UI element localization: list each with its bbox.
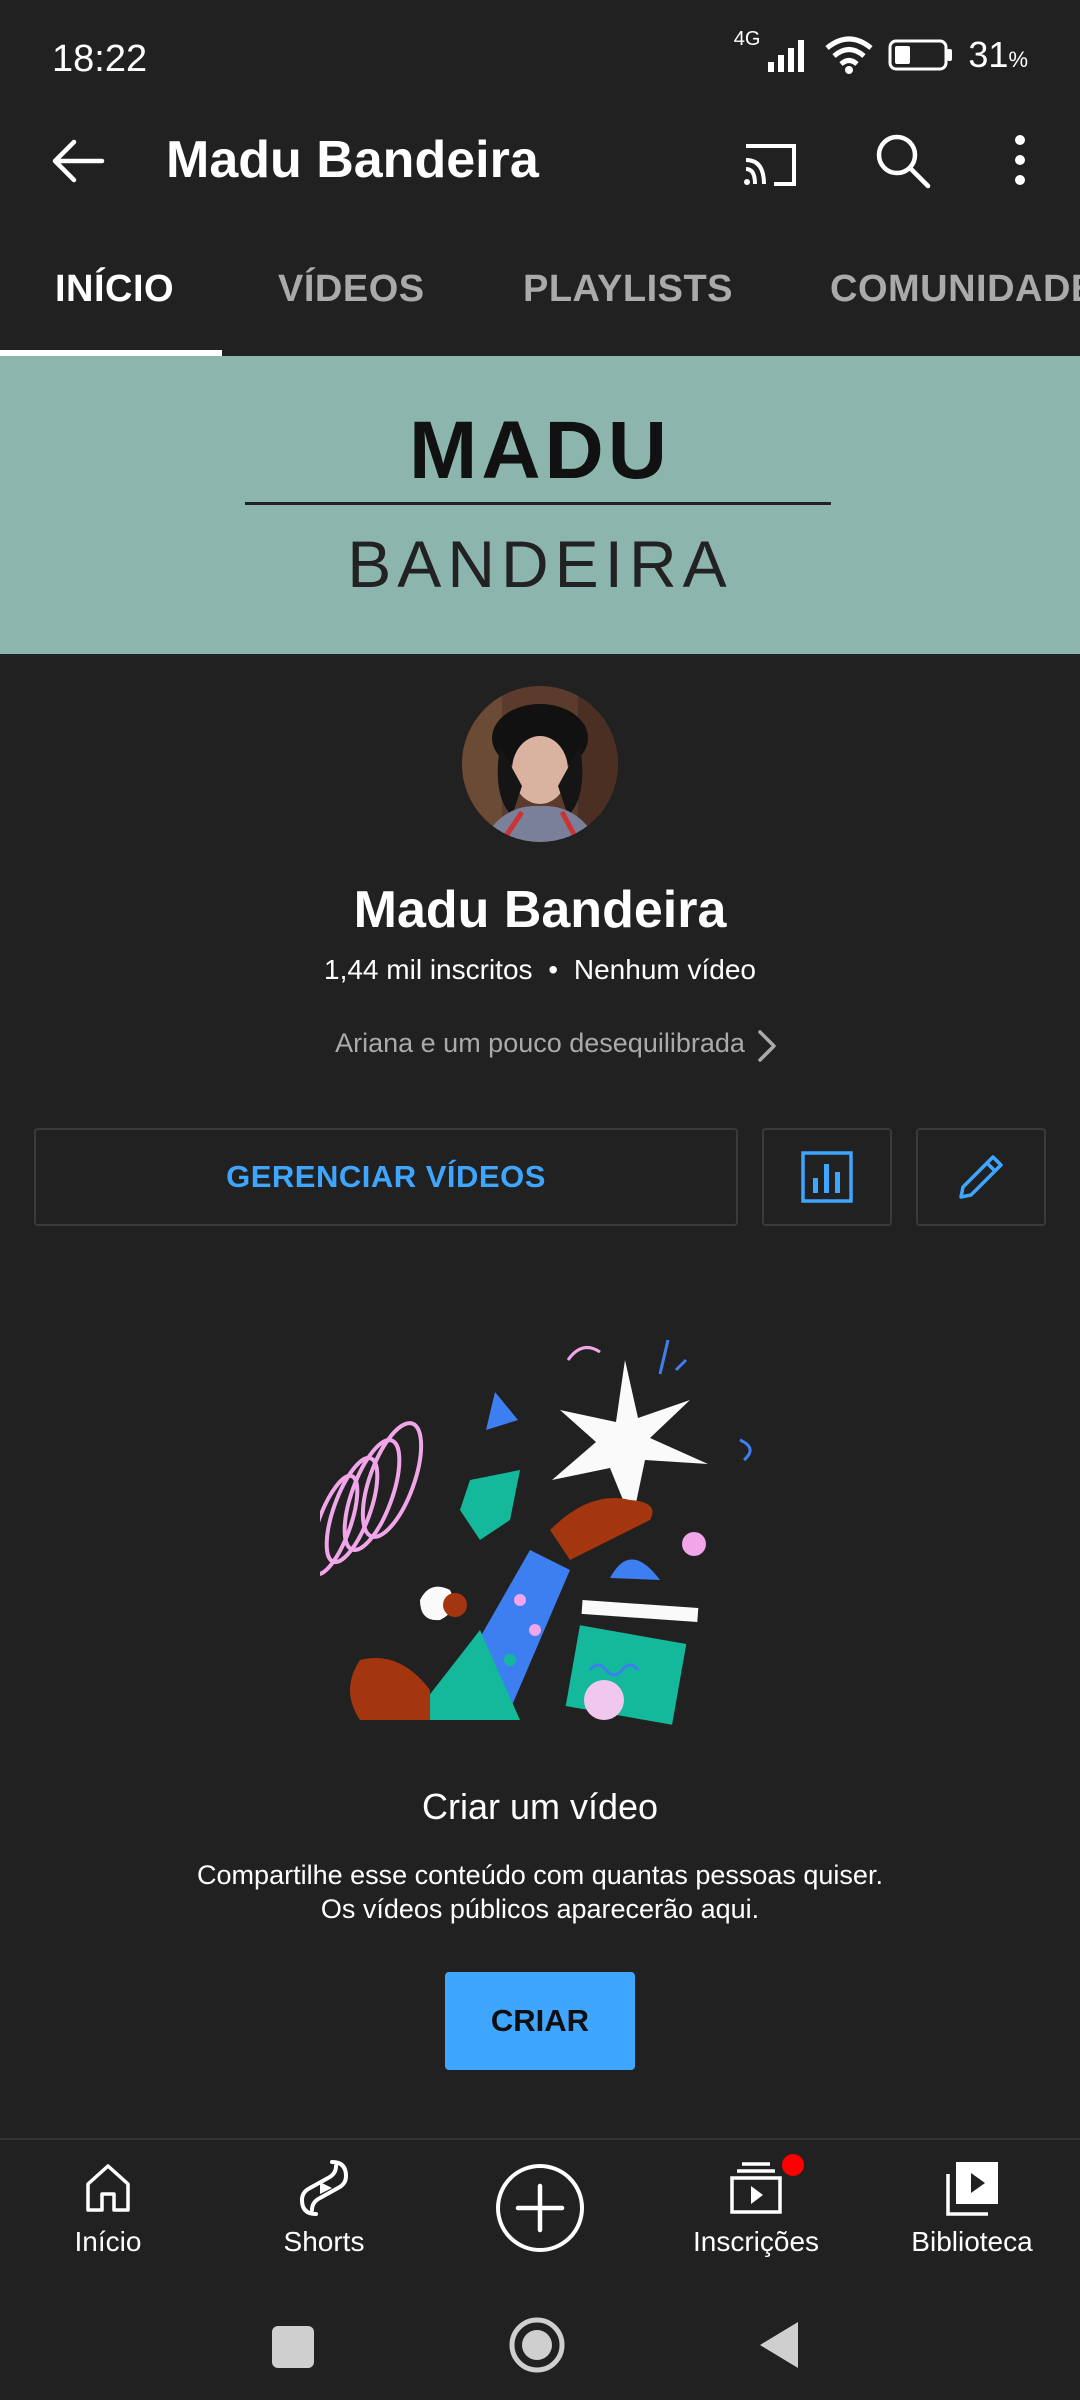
create-plus-icon[interactable] (492, 2160, 588, 2256)
search-icon[interactable] (870, 128, 934, 192)
status-icons: 4G 31% (734, 28, 1028, 76)
tab-videos[interactable]: VÍDEOS (278, 268, 425, 311)
bottom-nav: Início Shorts Inscrições Biblioteca (0, 2138, 1080, 2288)
battery-icon (888, 39, 953, 71)
cast-icon[interactable] (738, 132, 802, 196)
status-bar: 18:22 4G 31% (0, 0, 1080, 120)
stats-separator: • (548, 954, 559, 985)
tab-inicio[interactable]: INÍCIO (55, 268, 174, 311)
subscriptions-icon (730, 2162, 782, 2214)
signal-icon (768, 40, 805, 72)
chevron-right-icon[interactable] (752, 1026, 782, 1066)
channel-description[interactable]: Ariana e um pouco desequilibrada (0, 1028, 1080, 1059)
home-circle-icon[interactable] (508, 2316, 566, 2374)
back-arrow-icon[interactable] (44, 126, 114, 196)
analytics-button[interactable] (762, 1128, 892, 1226)
banner-line1: MADU (409, 405, 671, 496)
subscriber-count: 1,44 mil inscritos (324, 954, 533, 985)
empty-state-text-line2: Os vídeos públicos aparecerão aqui. (320, 1894, 760, 1924)
recent-apps-icon[interactable] (272, 2326, 314, 2368)
avatar[interactable] (462, 686, 618, 842)
channel-banner: MADU BANDEIRA (0, 356, 1080, 654)
create-video-illustration (320, 1339, 752, 1725)
nav-item-subscriptions[interactable]: Inscrições (656, 2140, 856, 2290)
page-title: Madu Bandeira (166, 131, 539, 189)
edit-channel-button[interactable] (916, 1128, 1046, 1226)
nav-label-shorts: Shorts (283, 2226, 365, 2257)
banner-line2: BANDEIRA (347, 527, 733, 601)
nav-label-home: Início (74, 2226, 142, 2257)
system-back-icon[interactable] (756, 2318, 802, 2372)
tab-playlists[interactable]: PLAYLISTS (523, 268, 733, 311)
analytics-icon (801, 1151, 853, 1203)
channel-stats: 1,44 mil inscritos • Nenhum vídeo (0, 954, 1080, 986)
status-time: 18:22 (52, 38, 148, 80)
channel-name: Madu Bandeira (353, 881, 727, 939)
wifi-icon (825, 36, 873, 74)
nav-item-library[interactable]: Biblioteca (872, 2140, 1072, 2290)
system-nav-bar (0, 2290, 1080, 2400)
nav-label-subscriptions: Inscrições (692, 2226, 820, 2257)
empty-state-text-line1: Compartilhe esse conteúdo com quantas pe… (197, 1860, 883, 1890)
shorts-icon (299, 2160, 349, 2216)
video-count: Nenhum vídeo (573, 954, 756, 985)
edit-pencil-icon (959, 1155, 1003, 1199)
channel-tabs: INÍCIO VÍDEOS PLAYLISTS COMUNIDADE (0, 240, 1080, 356)
nav-label-library: Biblioteca (911, 2226, 1033, 2257)
tab-comunidade[interactable]: COMUNIDADE (830, 268, 1080, 311)
network-type: 4G (733, 27, 761, 50)
library-icon (946, 2162, 998, 2216)
home-icon (86, 2164, 130, 2212)
manage-videos-button[interactable]: GERENCIAR VÍDEOS (34, 1128, 738, 1226)
banner-divider (245, 502, 831, 505)
create-button[interactable]: CRIAR (445, 1972, 635, 2070)
more-vert-icon[interactable] (1000, 128, 1040, 192)
empty-state-title: Criar um vídeo (421, 1786, 659, 1827)
battery-percent: 31% (968, 34, 1028, 75)
nav-item-home[interactable]: Início (8, 2140, 208, 2290)
nav-item-shorts[interactable]: Shorts (224, 2140, 424, 2290)
app-bar: Madu Bandeira (0, 110, 1080, 210)
notification-badge (782, 2154, 804, 2176)
